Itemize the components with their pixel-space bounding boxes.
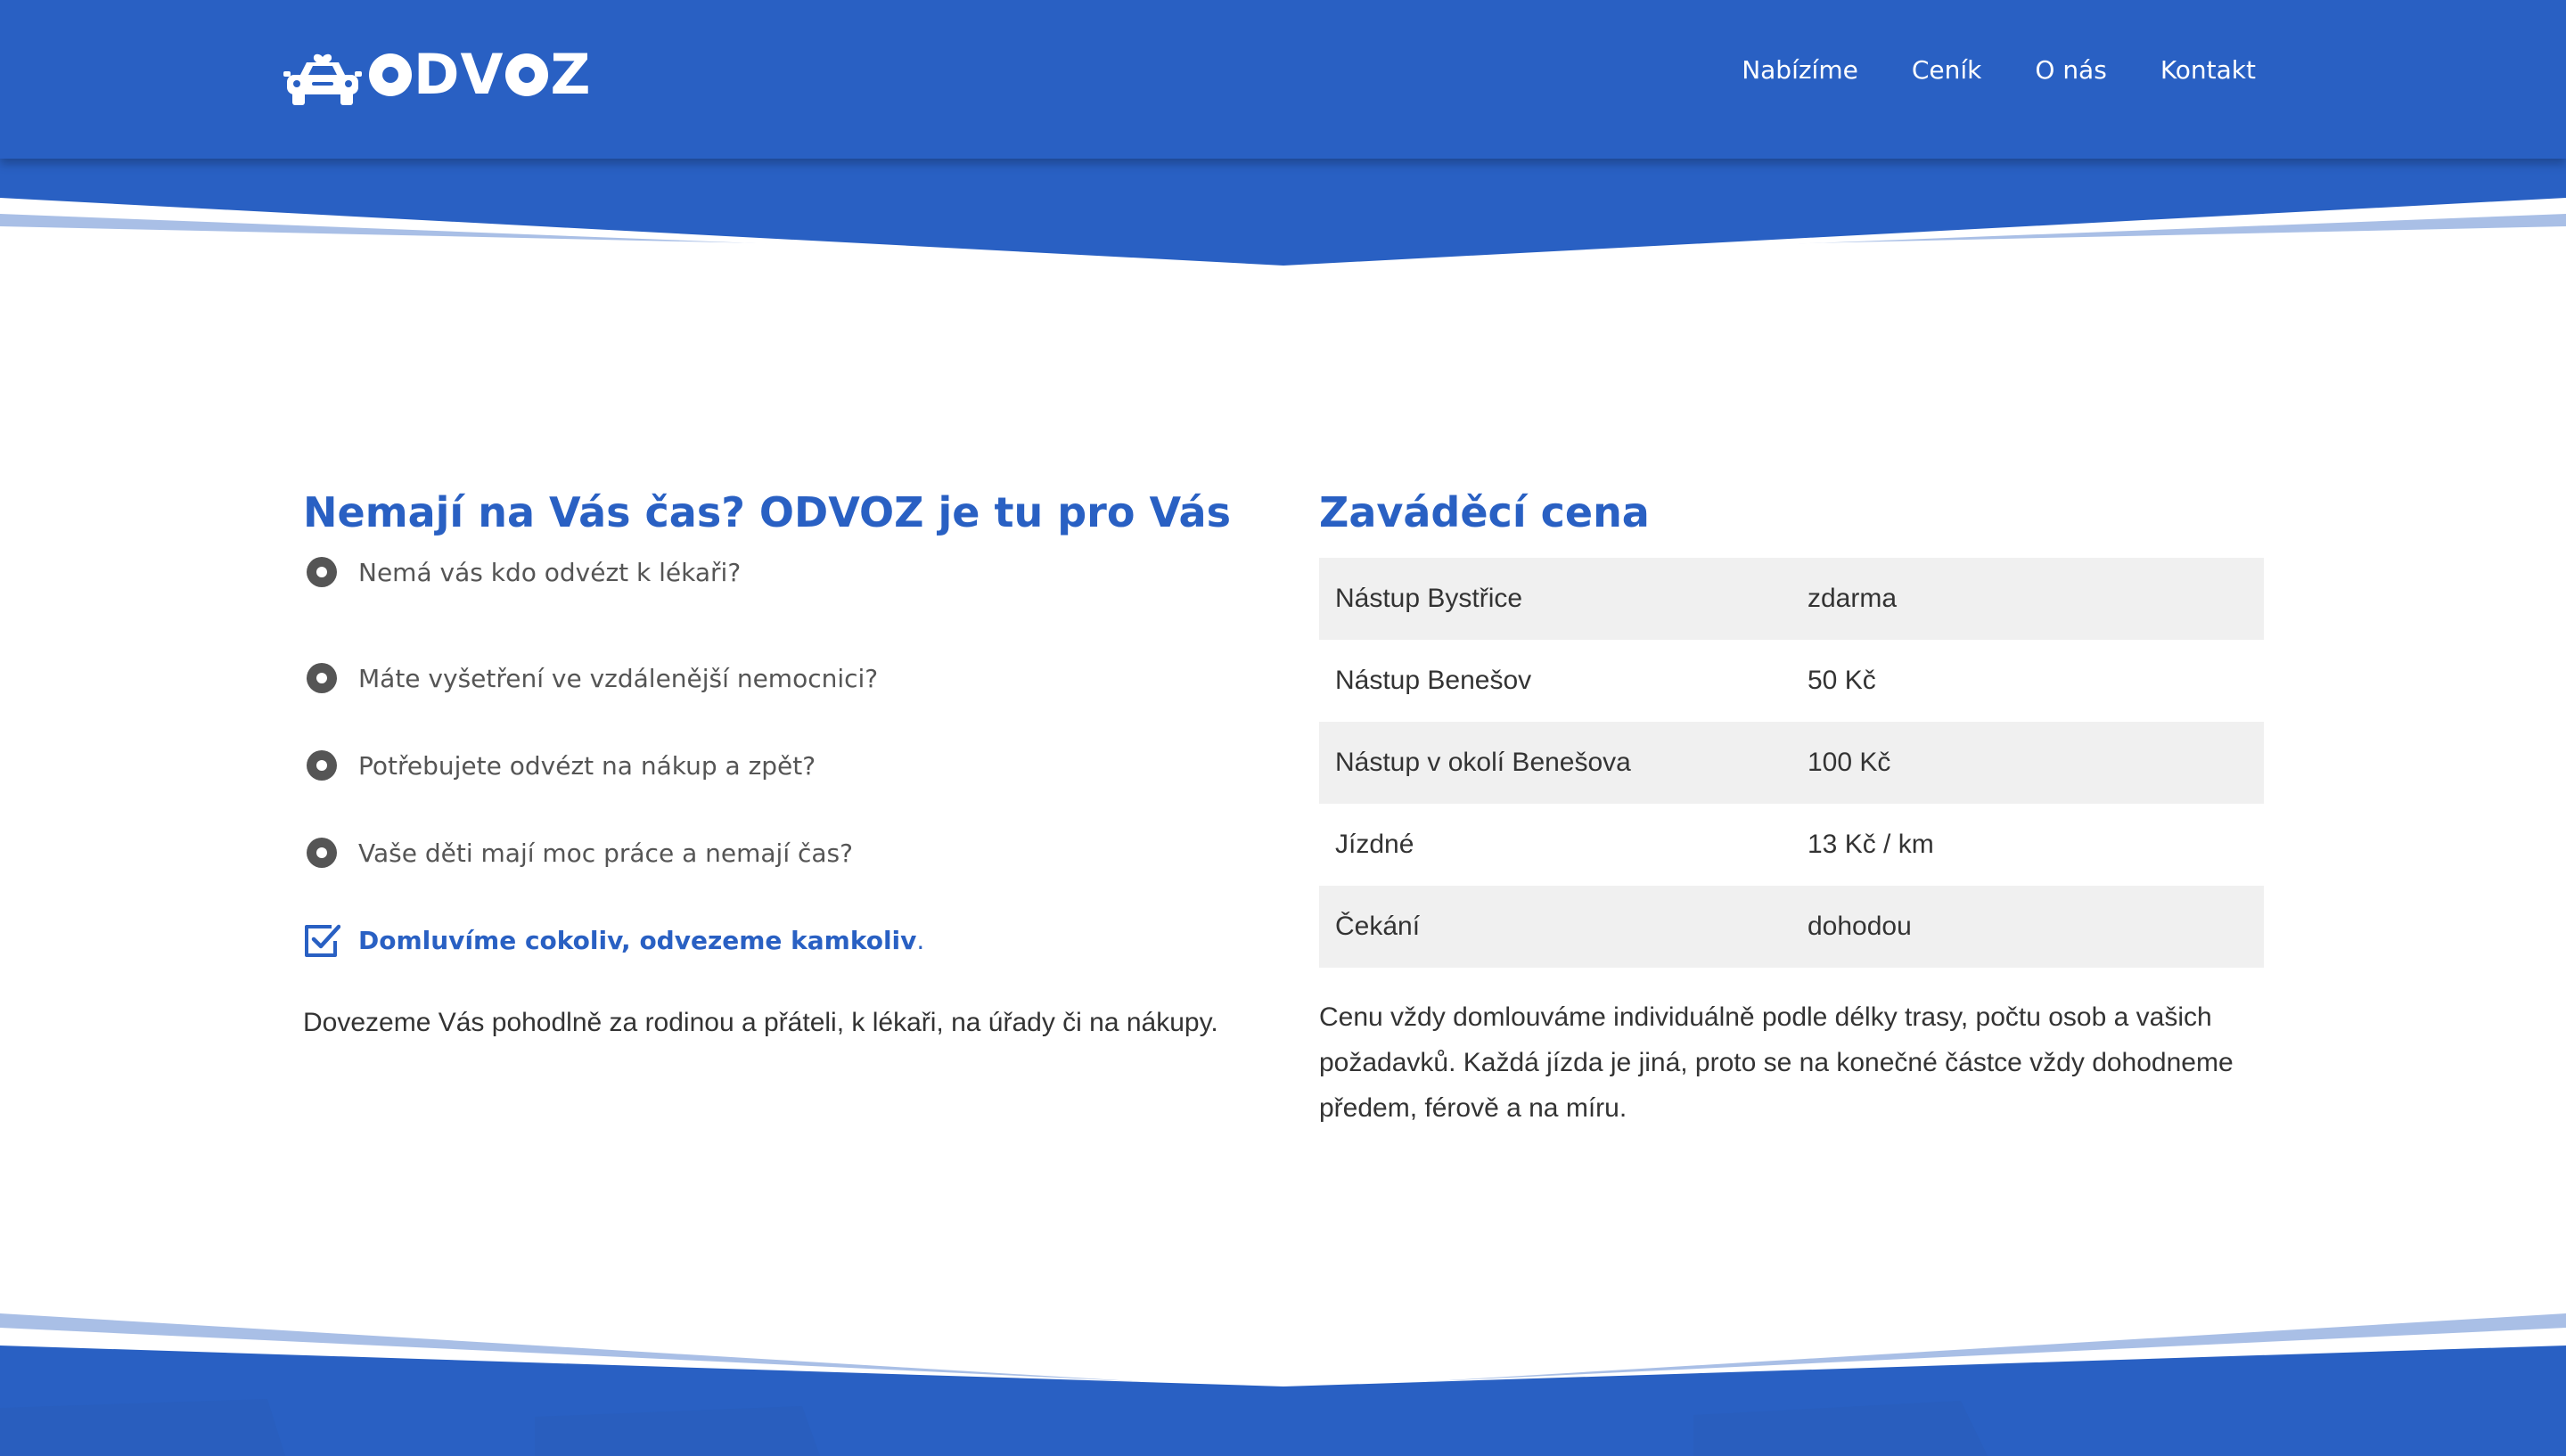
- table-row: Nástup v okolí Benešova 100 Kč: [1319, 722, 2264, 804]
- site-header: DV Z Nabízíme Ceník O nás Kontakt: [0, 0, 2566, 159]
- list-item: Nemá vás kdo odvézt k lékaři?: [303, 547, 1248, 597]
- highlight-text: Domluvíme cokoliv, odvezeme kamkoliv.: [358, 926, 924, 955]
- list-item: Potřebujete odvézt na nákup a zpět?: [303, 722, 1248, 809]
- table-row: Jízdné 13 Kč / km: [1319, 804, 2264, 886]
- right-paragraph: Cenu vždy domlouváme individuálně podle …: [1319, 1002, 2234, 1123]
- radio-bullet-icon: [307, 557, 337, 587]
- table-row: Čekání dohodou: [1319, 886, 2264, 968]
- logo-letter-o-icon: [369, 53, 412, 96]
- car-logo-icon: [283, 53, 362, 105]
- logo-link[interactable]: DV Z: [283, 41, 591, 109]
- list-item: Vaše děti mají moc práce a nemají čas?: [303, 809, 1248, 896]
- highlight-label: Domluvíme cokoliv, odvezeme kamkoliv: [358, 925, 917, 955]
- nav-item-o-nas[interactable]: O nás: [2035, 55, 2106, 85]
- price-item-cell: Jízdné: [1335, 830, 1414, 859]
- left-section-title: Nemají na Vás čas? ODVOZ je tu pro Vás: [303, 488, 1231, 536]
- main-nav: Nabízíme Ceník O nás Kontakt: [1742, 55, 2256, 85]
- highlight-period: .: [916, 925, 925, 955]
- radio-bullet-icon: [307, 663, 337, 693]
- question-list: Nemá vás kdo odvézt k lékaři? Máte vyšet…: [303, 547, 1248, 984]
- price-value-cell: 100 Kč: [1791, 722, 2264, 804]
- nav-item-kontakt[interactable]: Kontakt: [2160, 55, 2256, 85]
- price-value-cell: 50 Kč: [1808, 666, 1876, 695]
- bottom-wave-band: [0, 1313, 2566, 1456]
- price-value-cell: dohodou: [1791, 886, 2264, 968]
- checkbox-icon: [305, 924, 340, 957]
- nav-item-nabizime[interactable]: Nabízíme: [1742, 55, 1858, 85]
- top-wave-band: [0, 151, 2566, 266]
- question-text: Máte vyšetření ve vzdálenější nemocnici?: [358, 663, 879, 693]
- table-row: Nástup Benešov 50 Kč: [1319, 640, 2264, 722]
- price-value-cell: 13 Kč / km: [1808, 830, 1934, 859]
- price-value-cell: zdarma: [1791, 558, 2264, 640]
- price-table: Nástup Bystřice zdarma Nástup Benešov 50…: [1319, 558, 2264, 968]
- nav-item-cenik[interactable]: Ceník: [1912, 55, 1982, 85]
- right-column: Zaváděcí cena Nástup Bystřice zdarma Nás…: [1319, 481, 2264, 1131]
- price-item-cell: Nástup v okolí Benešova: [1319, 722, 1791, 804]
- price-section-title: Zaváděcí cena: [1319, 488, 1650, 536]
- table-row: Nástup Bystřice zdarma: [1319, 558, 2264, 640]
- price-item-cell: Čekání: [1319, 886, 1791, 968]
- question-text: Potřebujete odvézt na nákup a zpět?: [358, 750, 816, 781]
- logo-letter-o-icon: [505, 53, 549, 96]
- question-text: Nemá vás kdo odvézt k lékaři?: [358, 557, 742, 587]
- radio-bullet-icon: [307, 750, 337, 781]
- price-item-cell: Nástup Benešov: [1335, 666, 1532, 695]
- list-item: Máte vyšetření ve vzdálenější nemocnici?: [303, 634, 1248, 722]
- highlight-item: Domluvíme cokoliv, odvezeme kamkoliv.: [303, 896, 1248, 984]
- logo-wordmark: DV Z: [367, 47, 591, 102]
- left-paragraph: Dovezeme Vás pohodlně za rodinou a přáte…: [303, 1008, 1218, 1037]
- left-column: Nemají na Vás čas? ODVOZ je tu pro Vás N…: [303, 481, 1248, 1043]
- radio-bullet-icon: [307, 838, 337, 868]
- price-item-cell: Nástup Bystřice: [1319, 558, 1791, 640]
- question-text: Vaše děti mají moc práce a nemají čas?: [358, 838, 853, 868]
